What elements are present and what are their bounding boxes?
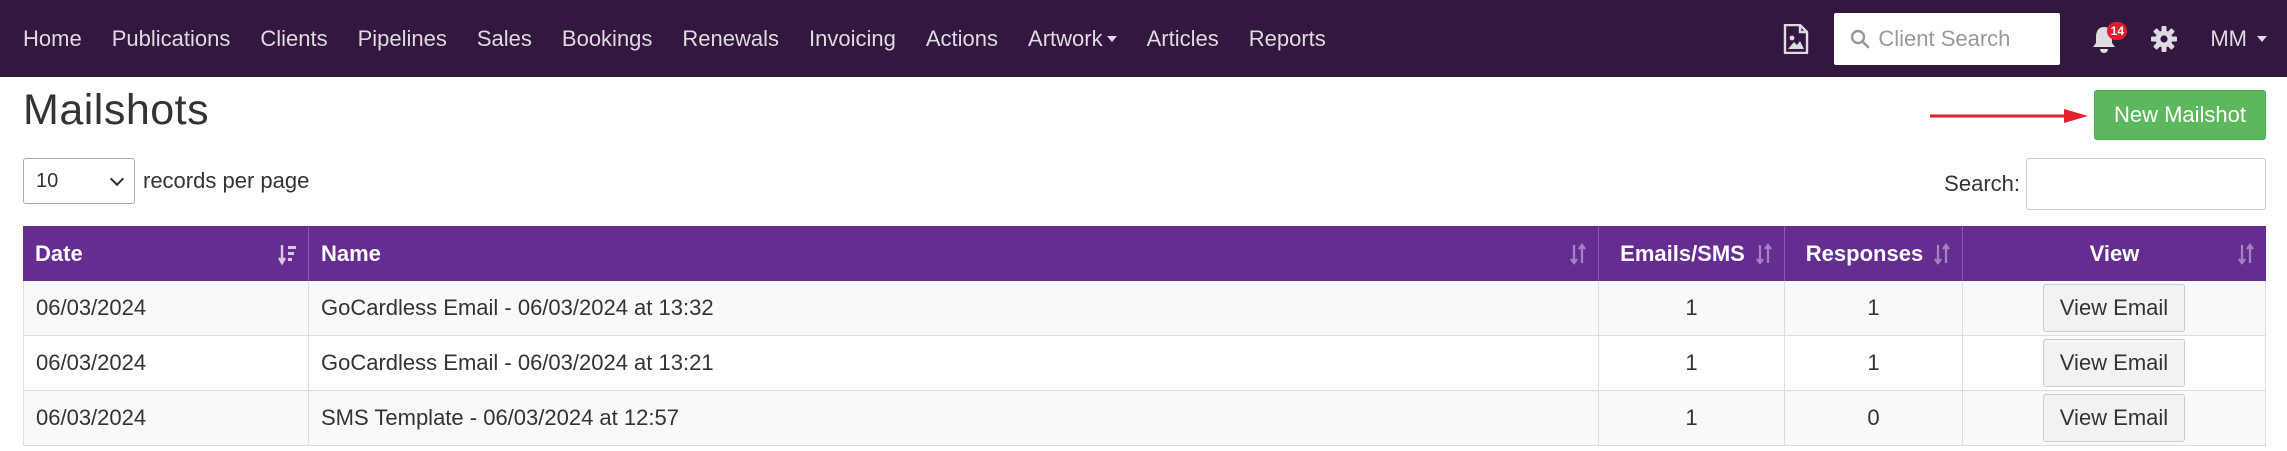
sort-desc-icon bbox=[278, 244, 296, 265]
top-navbar: Home Publications Clients Pipelines Sale… bbox=[0, 0, 2287, 77]
column-header-label: View bbox=[2089, 240, 2140, 266]
nav-artwork-dropdown[interactable]: Artwork bbox=[1013, 0, 1132, 77]
sort-both-icon bbox=[1934, 242, 1950, 265]
notifications-button[interactable]: 14 bbox=[2074, 0, 2134, 77]
nav-label: Articles bbox=[1146, 25, 1219, 51]
records-per-page-label: records per page bbox=[143, 168, 310, 193]
column-header-view[interactable]: View bbox=[1963, 226, 2266, 281]
nav-bookings[interactable]: Bookings bbox=[547, 0, 668, 77]
cell-date: 06/03/2024 bbox=[23, 281, 309, 335]
nav-label: Publications bbox=[111, 25, 231, 51]
search-icon bbox=[1851, 29, 1870, 48]
page-title: Mailshots bbox=[23, 86, 210, 134]
nav-renewals[interactable]: Renewals bbox=[667, 0, 794, 77]
chevron-down-icon bbox=[109, 171, 125, 186]
column-header-name[interactable]: Name bbox=[309, 226, 1599, 281]
nav-articles[interactable]: Articles bbox=[1132, 0, 1234, 77]
nav-home[interactable]: Home bbox=[8, 0, 97, 77]
view-email-button[interactable]: View Email bbox=[2043, 339, 2185, 387]
settings-button[interactable] bbox=[2134, 0, 2194, 77]
nav-publications[interactable]: Publications bbox=[97, 0, 246, 77]
nav-invoicing[interactable]: Invoicing bbox=[794, 0, 911, 77]
caret-down-icon bbox=[2257, 35, 2267, 42]
cell-name: SMS Template - 06/03/2024 at 12:57 bbox=[309, 391, 1599, 445]
nav-right-group: 14 MM bbox=[1766, 0, 2287, 77]
notification-count-badge: 14 bbox=[2107, 22, 2128, 40]
user-initials: MM bbox=[2210, 25, 2247, 51]
main-nav: Home Publications Clients Pipelines Sale… bbox=[8, 0, 1341, 77]
image-file-icon bbox=[1784, 23, 1809, 54]
nav-label: Artwork bbox=[1028, 25, 1103, 51]
image-file-button[interactable] bbox=[1766, 0, 1826, 77]
cell-date: 06/03/2024 bbox=[23, 391, 309, 445]
cell-emails-sms: 1 bbox=[1599, 281, 1785, 335]
column-header-label: Responses bbox=[1805, 240, 1924, 266]
gear-icon bbox=[2151, 25, 2178, 52]
cell-emails-sms: 1 bbox=[1599, 336, 1785, 390]
cell-date: 06/03/2024 bbox=[23, 336, 309, 390]
nav-reports[interactable]: Reports bbox=[1234, 0, 1341, 77]
column-header-label: Date bbox=[35, 240, 83, 266]
cell-name: GoCardless Email - 06/03/2024 at 13:32 bbox=[309, 281, 1599, 335]
table-row: 06/03/2024 GoCardless Email - 06/03/2024… bbox=[23, 281, 2266, 336]
new-mailshot-button[interactable]: New Mailshot bbox=[2094, 90, 2266, 140]
column-header-date[interactable]: Date bbox=[23, 226, 309, 281]
caret-down-icon bbox=[1106, 35, 1117, 42]
cell-view: View Email bbox=[1963, 391, 2266, 445]
cell-responses: 1 bbox=[1785, 336, 1963, 390]
nav-label: Renewals bbox=[682, 25, 780, 51]
records-per-page-select[interactable]: 10 bbox=[23, 158, 135, 204]
table-row: 06/03/2024 GoCardless Email - 06/03/2024… bbox=[23, 336, 2266, 391]
nav-label: Pipelines bbox=[357, 25, 447, 51]
column-header-label: Emails/SMS bbox=[1620, 240, 1745, 266]
user-menu-dropdown[interactable]: MM bbox=[2194, 0, 2287, 77]
nav-label: Actions bbox=[925, 25, 999, 51]
table-row: 06/03/2024 SMS Template - 06/03/2024 at … bbox=[23, 391, 2266, 446]
nav-sales[interactable]: Sales bbox=[462, 0, 547, 77]
column-header-responses[interactable]: Responses bbox=[1785, 226, 1963, 281]
nav-actions[interactable]: Actions bbox=[911, 0, 1013, 77]
column-header-emails-sms[interactable]: Emails/SMS bbox=[1599, 226, 1785, 281]
nav-label: Invoicing bbox=[809, 25, 896, 51]
nav-label: Bookings bbox=[561, 25, 653, 51]
search-label: Search: bbox=[1944, 171, 2020, 196]
cell-responses: 1 bbox=[1785, 281, 1963, 335]
cell-name: GoCardless Email - 06/03/2024 at 13:21 bbox=[309, 336, 1599, 390]
nav-label: Home bbox=[23, 25, 82, 51]
nav-clients[interactable]: Clients bbox=[245, 0, 342, 77]
nav-pipelines[interactable]: Pipelines bbox=[343, 0, 462, 77]
mailshots-table: Date Name Emails/SMS Responses View 06/0… bbox=[23, 226, 2266, 446]
client-search-input[interactable] bbox=[1878, 25, 2059, 52]
view-email-button[interactable]: View Email bbox=[2043, 284, 2185, 332]
table-search: Search: bbox=[1944, 158, 2266, 210]
cell-view: View Email bbox=[1963, 281, 2266, 335]
sort-both-icon bbox=[1570, 242, 1586, 265]
cell-emails-sms: 1 bbox=[1599, 391, 1785, 445]
nav-label: Sales bbox=[476, 25, 532, 51]
client-search-box[interactable] bbox=[1834, 12, 2061, 65]
cell-responses: 0 bbox=[1785, 391, 1963, 445]
table-search-input[interactable] bbox=[2026, 158, 2266, 210]
sort-both-icon bbox=[2238, 242, 2254, 265]
nav-label: Clients bbox=[260, 25, 328, 51]
sort-both-icon bbox=[1756, 242, 1772, 265]
records-per-page-control: 10 records per page bbox=[23, 158, 309, 204]
view-email-button[interactable]: View Email bbox=[2043, 394, 2185, 442]
table-header-row: Date Name Emails/SMS Responses View bbox=[23, 226, 2266, 281]
red-arrow-annotation bbox=[1930, 109, 2088, 123]
column-header-label: Name bbox=[321, 240, 381, 266]
nav-label: Reports bbox=[1248, 25, 1326, 51]
cell-view: View Email bbox=[1963, 336, 2266, 390]
records-per-page-value: 10 bbox=[36, 169, 59, 192]
